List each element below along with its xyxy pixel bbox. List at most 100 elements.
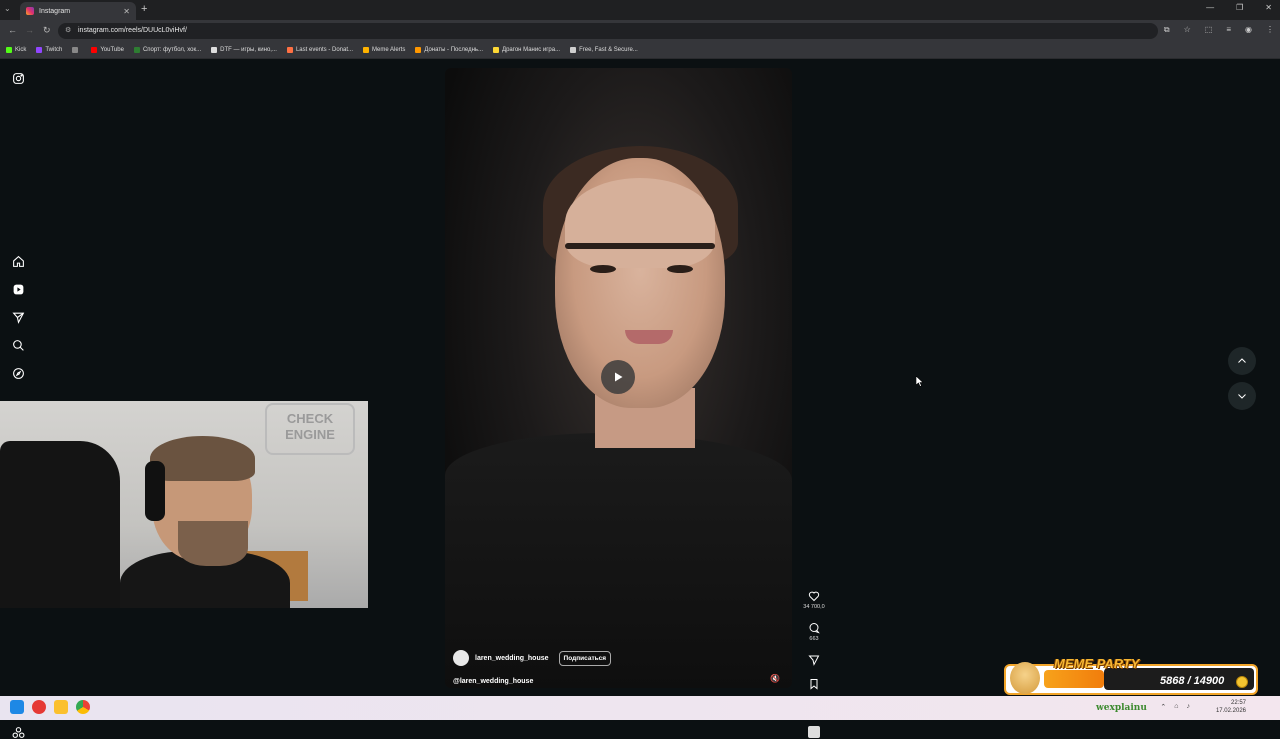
- home-icon[interactable]: [11, 254, 25, 268]
- new-tab-button[interactable]: +: [141, 3, 147, 15]
- heart-icon: [808, 591, 820, 602]
- browser-menu-icon[interactable]: ⋮: [1266, 25, 1274, 35]
- bookmark-item[interactable]: Драгон Манис игра...: [493, 47, 560, 53]
- bookmark-label: Free, Fast & Secure...: [579, 47, 638, 53]
- bookmark-favicon-icon: [6, 47, 12, 53]
- bookmark-label: YouTube: [100, 47, 124, 53]
- reel-author: laren_wedding_house Подписаться: [453, 650, 612, 666]
- chevron-down-icon: [1238, 394, 1246, 399]
- wall-sign: CHECK ENGINE: [265, 403, 355, 455]
- webcam-beard: [178, 521, 248, 566]
- reels-icon[interactable]: [11, 282, 25, 296]
- taskbar-clock[interactable]: 22:57 17.02.2026: [1216, 699, 1246, 715]
- bookmark-item[interactable]: Спорт: футбол, хок...: [133, 47, 201, 53]
- like-action[interactable]: 34 700,0: [803, 590, 825, 610]
- bookmark-label: Meme Alerts: [372, 47, 406, 53]
- reel-caption[interactable]: @laren_wedding_house: [453, 678, 533, 685]
- browser-tab-instagram[interactable]: Instagram ✕: [20, 2, 136, 20]
- bookmark-item[interactable]: DTF — игры, кино,...: [211, 47, 277, 53]
- windows-taskbar: ⌃ ⌂ ♪ 22:57 17.02.2026: [0, 696, 1280, 720]
- bookmark-label: Kick: [15, 47, 27, 53]
- windows-start-icon[interactable]: [10, 700, 24, 714]
- share-action[interactable]: [808, 654, 820, 666]
- comment-icon: [809, 623, 820, 634]
- clock-date: 17.02.2026: [1215, 708, 1246, 714]
- bookmark-favicon-icon: [72, 47, 79, 53]
- bookmark-favicon-icon: [363, 47, 369, 53]
- bookmark-item[interactable]: Kick: [6, 47, 26, 53]
- bookmark-item[interactable]: [72, 47, 81, 53]
- messages-icon[interactable]: [11, 310, 25, 324]
- bookmark-label: Last events - Donat...: [295, 47, 353, 53]
- bookmark-label: Twitch: [45, 47, 63, 53]
- audio-thumbnail[interactable]: [808, 726, 820, 738]
- doge-icon: [1010, 662, 1040, 694]
- chevron-up-icon: [1238, 358, 1246, 363]
- install-app-icon[interactable]: ⧉: [1164, 25, 1170, 35]
- save-action[interactable]: [808, 678, 820, 690]
- previous-reel-button[interactable]: [1228, 347, 1256, 375]
- video-right-eye-shape: [667, 265, 693, 273]
- author-username[interactable]: laren_wedding_house: [475, 655, 549, 662]
- meme-party-score: 5868 / 14900: [1160, 675, 1225, 687]
- bookmark-favicon-icon: [570, 47, 577, 53]
- minimize-icon[interactable]: —: [1206, 3, 1214, 12]
- bookmarks-bar: Kick Twitch YouTube Спорт: футбол, хок... DT…: [0, 42, 1280, 59]
- yandex-browser-icon[interactable]: [32, 700, 46, 714]
- file-explorer-icon[interactable]: [54, 700, 68, 714]
- search-icon[interactable]: [11, 338, 25, 352]
- video-mouth-shape: [625, 330, 673, 344]
- explore-icon[interactable]: [11, 366, 25, 380]
- bookmark-item[interactable]: Twitch: [36, 47, 62, 53]
- instagram-logo-icon[interactable]: [11, 71, 25, 85]
- bookmark-favicon-icon: [133, 47, 140, 53]
- webcam-chair: [0, 441, 120, 608]
- close-window-icon[interactable]: ✕: [1265, 3, 1272, 12]
- chrome-icon[interactable]: [76, 700, 90, 714]
- forward-icon[interactable]: →: [25, 25, 34, 35]
- headset-icon: [145, 461, 165, 521]
- restore-icon[interactable]: ❐: [1236, 3, 1243, 12]
- site-info-icon[interactable]: ⚙: [65, 23, 71, 39]
- webcam-person: [120, 436, 290, 608]
- play-icon: [615, 372, 623, 382]
- next-reel-button[interactable]: [1228, 382, 1256, 410]
- extensions-icon[interactable]: ⬚: [1205, 25, 1213, 35]
- close-tab-icon[interactable]: ✕: [123, 7, 130, 16]
- author-avatar[interactable]: [453, 650, 469, 666]
- video-forehead-shape: [565, 178, 715, 268]
- bookmark-item[interactable]: Free, Fast & Secure...: [570, 47, 638, 53]
- mouse-cursor-icon: [916, 376, 924, 387]
- address-bar[interactable]: ⚙ instagram.com/reels/DUUcL0viHvf/: [58, 23, 1158, 39]
- volume-icon[interactable]: ♪: [1187, 703, 1191, 711]
- bookmark-item[interactable]: Meme Alerts: [363, 47, 405, 53]
- reel-video[interactable]: laren_wedding_house Подписаться @laren_w…: [445, 68, 792, 688]
- url-text: instagram.com/reels/DUUcL0viHvf/: [78, 27, 187, 34]
- reading-list-icon[interactable]: ≡: [1226, 25, 1231, 35]
- also-from-meta-icon[interactable]: [11, 725, 25, 739]
- bookmark-star-icon[interactable]: ☆: [1184, 25, 1191, 35]
- comment-action[interactable]: 663: [808, 622, 820, 642]
- bookmark-favicon-icon: [211, 47, 218, 53]
- reload-icon[interactable]: ↻: [43, 25, 51, 36]
- bookmark-item[interactable]: YouTube: [91, 47, 124, 53]
- like-count: 34 700,0: [803, 604, 825, 610]
- tab-title: Instagram: [39, 7, 71, 15]
- network-icon[interactable]: ⌂: [1174, 703, 1178, 711]
- profile-icon[interactable]: ◉: [1245, 25, 1252, 35]
- tray-chevron-icon[interactable]: ⌃: [1160, 703, 1166, 711]
- wall-sign-line-2: ENGINE: [285, 427, 335, 442]
- bookmark-item[interactable]: Last events - Donat...: [286, 47, 353, 53]
- tab-search-icon[interactable]: ⌄: [4, 4, 11, 13]
- back-icon[interactable]: ←: [8, 25, 17, 35]
- play-button[interactable]: [601, 360, 635, 394]
- webcam-hair: [150, 436, 255, 481]
- bookmark-favicon-icon: [415, 47, 422, 53]
- mute-icon[interactable]: 🔇: [770, 674, 780, 683]
- meme-party-progress: [1044, 670, 1104, 688]
- bookmark-item[interactable]: Донаты - Последнь...: [415, 47, 483, 53]
- browser-toolbar: ← → ↻ ⚙ instagram.com/reels/DUUcL0viHvf/…: [0, 20, 1280, 42]
- wall-sign-line-1: CHECK: [286, 411, 334, 426]
- follow-button[interactable]: Подписаться: [558, 650, 612, 666]
- meme-party-title: MEME PARTY: [1054, 656, 1140, 671]
